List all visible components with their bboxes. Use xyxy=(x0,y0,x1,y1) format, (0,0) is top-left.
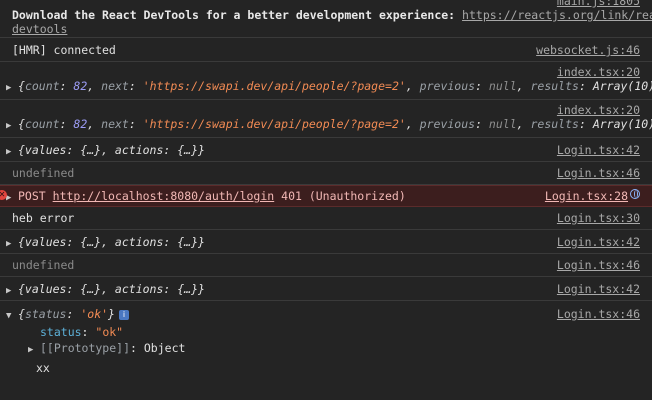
prop-value: "ok" xyxy=(95,325,124,339)
collapse-arrow-icon[interactable]: ▼ xyxy=(6,308,18,324)
source-link[interactable]: websocket.js:46 xyxy=(536,38,640,62)
log-row-object: ▶ {values: {…}, actions: {…}} Login.tsx:4… xyxy=(0,277,652,301)
brace: { xyxy=(18,307,25,321)
log-text: undefined xyxy=(12,258,75,272)
source-link[interactable]: Login.tsx:30 xyxy=(557,207,640,230)
log-text: heb error xyxy=(12,211,75,225)
http-status: 401 (Unauthorized) xyxy=(281,189,406,203)
log-row: [HMR] connected websocket.js:46 xyxy=(0,38,652,62)
http-method: POST xyxy=(18,189,46,203)
source-link[interactable]: main.js:1805 xyxy=(557,0,640,8)
prop-value: 'https://swapi.dev/api/people/?page=2' xyxy=(142,79,406,93)
prop-key: status xyxy=(24,307,67,321)
log-text: [HMR] connected xyxy=(12,43,116,57)
prop-key: results xyxy=(530,117,579,131)
log-row-object-expanded: Login.tsx:46 ▼ {status: 'ok'} i status: "o… xyxy=(0,301,652,355)
log-row: undefined Login.tsx:46 xyxy=(0,162,652,185)
prop-key: previous xyxy=(419,117,476,131)
error-row: ✕ ▶ POST http://localhost:8080/auth/login… xyxy=(0,185,652,207)
info-icon[interactable]: i xyxy=(118,309,129,320)
log-text: {values: {…}, actions: {…}} xyxy=(18,282,205,296)
brace: { xyxy=(18,117,25,131)
expand-arrow-icon[interactable]: ▶ xyxy=(6,121,18,131)
log-row-object: ▶ {values: {…}, actions: {…}} Login.tsx:4… xyxy=(0,230,652,254)
console-input[interactable]: xx xyxy=(12,361,50,375)
prop-key: count xyxy=(24,117,60,131)
prop-key: next xyxy=(101,117,129,131)
expand-arrow-icon[interactable]: ▶ xyxy=(6,188,18,208)
console-input-row[interactable]: xx xyxy=(0,353,652,383)
log-row: undefined Login.tsx:46 xyxy=(0,254,652,277)
prop-value: 'https://swapi.dev/api/people/?page=2' xyxy=(142,117,406,131)
source-link[interactable]: Login.tsx:46 xyxy=(557,307,640,321)
source-link[interactable]: index.tsx:20 xyxy=(557,65,640,79)
log-text: {values: {…}, actions: {…}} xyxy=(18,143,205,157)
request-url-link[interactable]: http://localhost:8080/auth/login xyxy=(53,189,275,203)
expand-arrow-icon[interactable]: ▶ xyxy=(6,140,18,164)
expand-arrow-icon[interactable]: ▶ xyxy=(6,279,18,303)
source-link[interactable]: Login.tsx:42 xyxy=(557,138,640,162)
prop-value: null xyxy=(488,79,517,93)
log-text: undefined xyxy=(12,166,75,180)
prop-key: next xyxy=(101,79,129,93)
prop-value: Array(10) xyxy=(592,79,652,93)
prop-value: 'ok' xyxy=(80,307,109,321)
prop-value: 82 xyxy=(73,79,88,93)
source-link[interactable]: Login.tsx:28 xyxy=(545,186,628,206)
react-devtools-link[interactable]: https://reactjs.org/link/react- xyxy=(462,8,652,22)
source-link[interactable]: Login.tsx:42 xyxy=(557,230,640,254)
prop-key: previous xyxy=(419,79,476,93)
source-link[interactable]: Login.tsx:42 xyxy=(557,277,640,301)
react-devtools-link-cont[interactable]: devtools xyxy=(12,22,67,36)
banner-text: Download the React DevTools for a better… xyxy=(12,8,463,22)
source-link[interactable]: Login.tsx:46 xyxy=(557,254,640,277)
prop-value: Array(10) xyxy=(592,117,652,131)
log-text: {values: {…}, actions: {…}} xyxy=(18,235,205,249)
source-link[interactable]: index.tsx:20 xyxy=(557,103,640,117)
devtools-banner: main.js:1805 Download the React DevTools… xyxy=(0,0,652,38)
source-link[interactable]: Login.tsx:46 xyxy=(557,162,640,185)
console-panel: main.js:1805 Download the React DevTools… xyxy=(0,0,652,400)
brace: { xyxy=(18,79,25,93)
log-row-object: index.tsx:20 ▶ {count: 82, next: 'https:/… xyxy=(0,100,652,138)
brace: } xyxy=(108,307,115,321)
network-globe-icon[interactable] xyxy=(630,189,640,199)
expand-arrow-icon[interactable]: ▶ xyxy=(6,232,18,256)
log-row: heb error Login.tsx:30 xyxy=(0,207,652,230)
log-row-object: ▶ {values: {…}, actions: {…}} Login.tsx:4… xyxy=(0,138,652,162)
prop-value: 82 xyxy=(73,117,88,131)
log-row-object: index.tsx:20 ▶ {count: 82, next: 'https:/… xyxy=(0,62,652,100)
prop-key: status xyxy=(40,325,82,339)
prop-key: count xyxy=(24,79,60,93)
prop-value: null xyxy=(488,117,517,131)
expand-arrow-icon[interactable]: ▶ xyxy=(6,83,18,93)
prop-key: results xyxy=(530,79,579,93)
